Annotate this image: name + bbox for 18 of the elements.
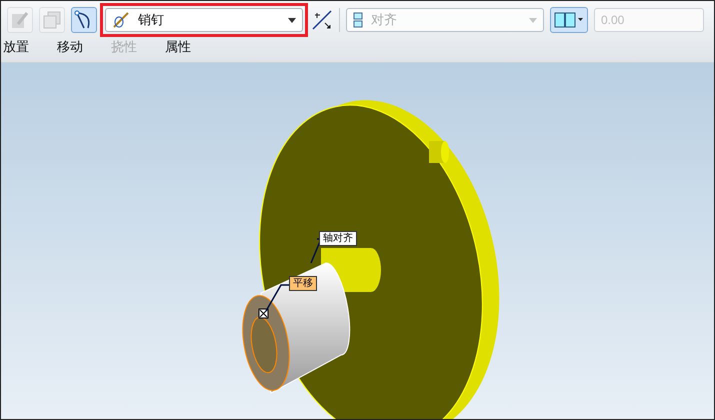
gap-icon — [554, 11, 584, 29]
panel-tab[interactable]: 放置 — [3, 38, 29, 56]
edit-icon — [10, 10, 30, 30]
toolbar-button[interactable] — [71, 7, 97, 33]
pin-icon — [112, 11, 130, 29]
align-icon — [353, 12, 363, 28]
panel-tab[interactable]: 移动 — [57, 38, 83, 56]
constraint-value: 对齐 — [371, 12, 398, 29]
flip-icon[interactable] — [311, 9, 333, 31]
caret-icon — [529, 18, 537, 22]
connection-type-value: 销钉 — [138, 12, 165, 29]
caret-icon — [288, 18, 296, 22]
connection-type-dropdown[interactable]: 销钉 — [105, 8, 303, 32]
model-label: 轴对齐 — [319, 231, 357, 246]
copy-icon — [42, 10, 62, 30]
placement-mode-button[interactable] — [550, 7, 588, 33]
model-label: 平移 — [289, 276, 317, 291]
panel-tab[interactable]: 属性 — [165, 38, 191, 56]
